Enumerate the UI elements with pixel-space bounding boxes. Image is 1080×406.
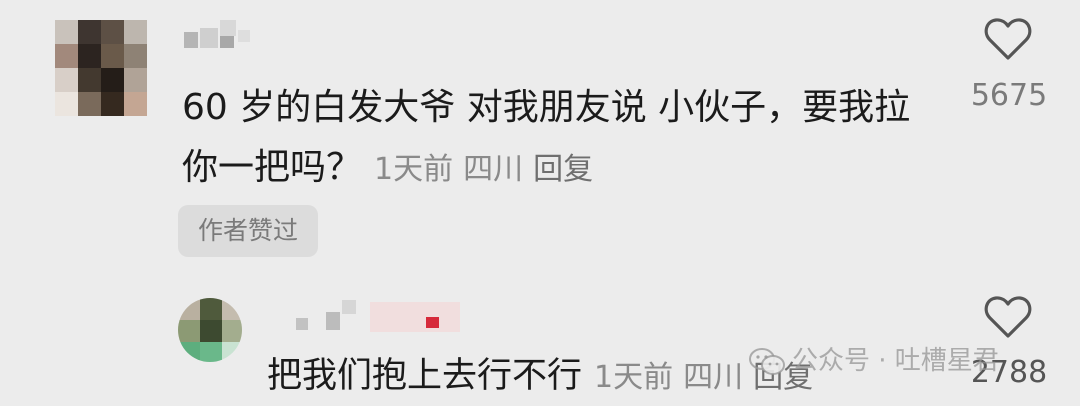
- username-pixelated[interactable]: [296, 298, 496, 338]
- comment-location: 四川: [683, 360, 744, 395]
- wechat-icon: [749, 347, 785, 375]
- author-liked-badge: 作者赞过: [178, 205, 319, 257]
- heart-outline-icon[interactable]: [984, 17, 1032, 61]
- reply-button[interactable]: 回复: [533, 152, 593, 187]
- comment-time: 1天前: [594, 360, 674, 395]
- comment-location: 四川: [463, 152, 524, 187]
- watermark: 公众号 · 吐槽星君: [748, 340, 999, 377]
- username-pixelated[interactable]: [180, 18, 260, 52]
- avatar[interactable]: [55, 20, 147, 116]
- heart-outline-icon[interactable]: [984, 295, 1032, 339]
- comment-time: 1天前: [374, 152, 454, 187]
- comment-text: 60 岁的白发大爷 对我朋友说 小伙子，要我拉你一把吗？ 1天前 四川 回复: [182, 87, 911, 188]
- like-count: 5675: [970, 78, 1048, 113]
- avatar[interactable]: [178, 298, 242, 362]
